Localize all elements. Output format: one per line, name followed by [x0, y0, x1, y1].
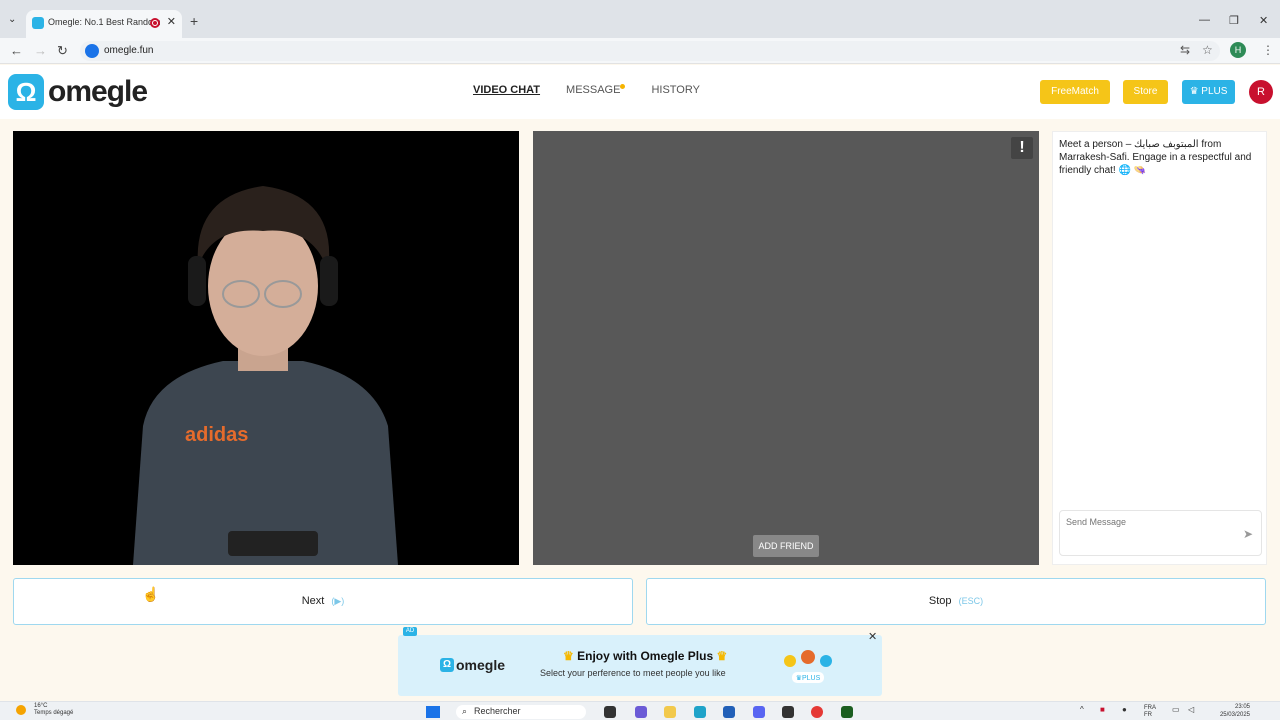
file-explorer-icon[interactable]: [664, 706, 676, 718]
main-nav: VIDEO CHAT MESSAGE HISTORY: [473, 84, 700, 96]
windows-start-icon[interactable]: [426, 706, 440, 718]
svg-text:adidas: adidas: [185, 424, 248, 446]
tray-app-icon[interactable]: ■: [1100, 705, 1105, 714]
nav-video-chat[interactable]: VIDEO CHAT: [473, 84, 540, 96]
url-field[interactable]: omegle.fun: [80, 41, 1220, 61]
minimize-icon[interactable]: —: [1199, 14, 1210, 26]
webcam-person-image: adidas: [133, 186, 398, 565]
taskbar-clock[interactable]: 23:05 25/03/2025: [1205, 703, 1250, 719]
windows-taskbar: 16°C Temps dégagé ⌕ Rechercher ^ ■ ● FRA…: [0, 701, 1280, 720]
store-app-icon[interactable]: [723, 706, 735, 718]
language-top: FRA: [1144, 705, 1156, 711]
report-icon[interactable]: !: [1011, 137, 1033, 159]
send-message-input[interactable]: [1066, 517, 1226, 527]
browser-menu-icon[interactable]: ⋮: [1262, 43, 1274, 57]
send-icon[interactable]: ➤: [1243, 527, 1253, 541]
crown-icon: ♛: [563, 649, 574, 663]
restore-icon[interactable]: ❐: [1229, 14, 1239, 27]
stop-hint: (ESC): [958, 596, 984, 606]
tab-title: Omegle: No.1 Best Random: [48, 17, 161, 27]
reload-icon[interactable]: ↻: [57, 43, 68, 59]
chat-input-box[interactable]: ➤: [1059, 510, 1262, 556]
chat-panel: Meet a person – المبتوبف صبايك from Marr…: [1052, 131, 1267, 565]
freematch-button[interactable]: FreeMatch: [1040, 80, 1110, 104]
ad-people-illustration: ♛PLUS: [784, 650, 832, 683]
ad-title: ♛ Enjoy with Omegle Plus ♛: [563, 649, 727, 663]
discord-icon[interactable]: [753, 706, 765, 718]
ad-title-text: Enjoy with Omegle Plus: [577, 649, 714, 663]
tray-chevron-icon[interactable]: ^: [1080, 705, 1084, 714]
search-icon: ⌕: [462, 706, 468, 716]
site-header: Ω omegle VIDEO CHAT MESSAGE HISTORY Free…: [0, 65, 1280, 119]
clock-time: 23:05: [1234, 704, 1250, 710]
address-bar-row: ← → ↻ omegle.fun ⇆ ☆ H ⋮: [0, 38, 1280, 64]
next-hint: (▶): [331, 596, 345, 606]
tab-favicon-icon: [32, 17, 44, 29]
weather-temp: 16°C: [34, 703, 48, 709]
new-tab-button[interactable]: +: [190, 13, 198, 29]
recording-icon: [150, 18, 160, 28]
language-indicator[interactable]: FRA FR: [1144, 705, 1156, 719]
task-view-icon[interactable]: [604, 706, 616, 718]
chrome-icon[interactable]: [811, 706, 823, 718]
ad-logo-mark-icon: Ω: [440, 658, 454, 672]
app-icon[interactable]: [782, 706, 794, 718]
weather-icon[interactable]: [16, 705, 26, 715]
next-button[interactable]: Next (▶): [13, 578, 633, 625]
nav-history[interactable]: HISTORY: [651, 84, 700, 96]
logo-mark-icon: Ω: [8, 74, 44, 110]
browser-profile-avatar[interactable]: H: [1230, 42, 1246, 58]
ad-logo: Ω omegle: [440, 657, 505, 673]
window-close-icon[interactable]: ✕: [1259, 14, 1268, 27]
language-bottom: FR: [1144, 712, 1152, 718]
ad-logo-text: omegle: [456, 657, 506, 673]
clock-date: 25/03/2025: [1219, 712, 1250, 718]
mouse-cursor-icon: ☝: [142, 586, 160, 602]
ad-tag: AD: [403, 627, 417, 636]
teams-icon[interactable]: [635, 706, 647, 718]
logo-text: omegle: [48, 75, 148, 108]
stop-button[interactable]: Stop (ESC): [646, 578, 1266, 625]
nav-message-label: MESSAGE: [566, 84, 621, 96]
network-icon[interactable]: ▭: [1172, 705, 1180, 714]
taskbar-search-label: Rechercher: [474, 706, 521, 716]
taskbar-search[interactable]: ⌕ Rechercher: [456, 705, 586, 719]
weather-desc: Temps dégagé: [34, 710, 74, 716]
store-button[interactable]: Store: [1123, 80, 1168, 104]
weather-widget[interactable]: 16°C Temps dégagé: [34, 703, 73, 717]
volume-icon[interactable]: ◁: [1188, 705, 1194, 714]
back-icon[interactable]: ←: [10, 43, 23, 58]
site-info-icon[interactable]: [85, 44, 99, 58]
ad-close-icon[interactable]: ✕: [868, 630, 877, 643]
browser-tab[interactable]: Omegle: No.1 Best Random ✕: [26, 10, 182, 38]
add-friend-button[interactable]: ADD FRIEND: [753, 535, 819, 557]
crown-icon: ♛: [716, 649, 728, 663]
url-text: omegle.fun: [104, 45, 154, 56]
next-label: Next: [301, 595, 325, 607]
ad-subtitle: Select your perference to meet people yo…: [540, 668, 726, 678]
edge-icon[interactable]: [694, 706, 706, 718]
user-avatar[interactable]: R: [1249, 80, 1273, 104]
terminal-icon[interactable]: [841, 706, 853, 718]
ad-plus-badge: ♛PLUS: [796, 674, 821, 682]
ad-banner[interactable]: Ω omegle ♛ Enjoy with Omegle Plus ♛ Sele…: [398, 635, 882, 696]
plus-button[interactable]: ♛ PLUS: [1182, 80, 1235, 104]
browser-tab-strip: ⌄ Omegle: No.1 Best Random ✕ + — ❐ ✕: [0, 0, 1280, 38]
forward-icon[interactable]: →: [34, 43, 47, 58]
stop-label: Stop: [928, 595, 952, 607]
tab-close-icon[interactable]: ✕: [167, 15, 176, 28]
local-video: adidas: [13, 131, 519, 565]
chat-intro-message: Meet a person – المبتوبف صبايك from Marr…: [1059, 139, 1252, 176]
microphone-icon[interactable]: ●: [1122, 705, 1127, 714]
bookmark-star-icon[interactable]: ☆: [1202, 43, 1213, 57]
nav-message[interactable]: MESSAGE: [566, 84, 626, 96]
omegle-logo[interactable]: Ω omegle: [8, 73, 148, 111]
notification-dot-icon: [620, 84, 626, 89]
remote-video: ! ADD FRIEND: [533, 131, 1039, 565]
tab-search-icon[interactable]: ⌄: [8, 14, 16, 25]
translate-icon[interactable]: ⇆: [1180, 43, 1190, 57]
